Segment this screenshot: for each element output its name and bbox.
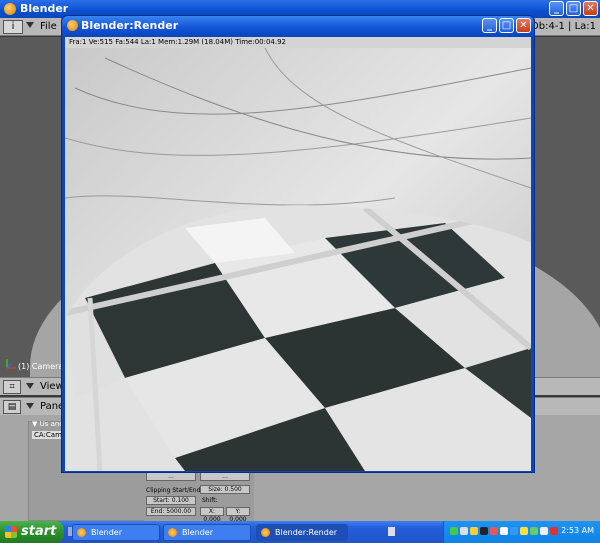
main-window-title: Blender (20, 2, 69, 15)
tray-icon[interactable] (470, 527, 478, 535)
camera-field[interactable]: ... (200, 472, 250, 481)
tray-icon[interactable] (460, 527, 468, 535)
taskbar-item-label: Blender:Render (275, 528, 338, 537)
main-window-controls: _ □ ✕ (549, 1, 598, 16)
minimize-button[interactable]: _ (482, 18, 497, 33)
camera-panel: ... ... Clipping Start/End: Size: 0.500 … (144, 471, 254, 523)
render-window[interactable]: Blender:Render _ □ ✕ Fra:1 Ve:515 Fa:544… (61, 15, 535, 473)
render-window-title: Blender:Render (81, 19, 179, 32)
system-tray: 2:53 AM (443, 521, 600, 543)
taskbar-item-label: Blender (182, 528, 213, 537)
tray-icon[interactable] (480, 527, 488, 535)
taskbar: start Blender Blender Blender:Render 2:5… (0, 521, 600, 543)
shift-y-field[interactable]: Y: 0.000 (226, 507, 250, 523)
clip-start-field[interactable]: Start: 0.100 (146, 496, 196, 505)
tray-icon[interactable] (520, 527, 528, 535)
maximize-button[interactable]: □ (566, 1, 581, 16)
tree-item-camera[interactable]: CA:Cam (32, 431, 64, 439)
start-label: start (21, 524, 57, 539)
shift-x-field[interactable]: X: 0.000 (200, 507, 224, 523)
rendered-scene (65, 48, 531, 471)
blender-app-icon (261, 528, 270, 537)
clock[interactable]: 2:53 AM (561, 526, 594, 535)
start-button[interactable]: start (0, 521, 64, 543)
tray-icon[interactable] (550, 527, 558, 535)
window-type-button[interactable]: i (3, 20, 23, 34)
taskbar-item[interactable]: Blender:Render (256, 524, 348, 541)
network-icon[interactable] (450, 527, 458, 535)
language-icon[interactable] (388, 527, 395, 536)
tray-icon[interactable] (510, 527, 518, 535)
taskbar-item[interactable]: Blender (72, 524, 160, 541)
blender-app-icon (168, 528, 177, 537)
taskbar-item[interactable]: Blender (163, 524, 251, 541)
tree-item[interactable]: ▼ Us and (32, 420, 64, 428)
view-window-type-button[interactable]: ⌗ (3, 380, 21, 394)
volume-icon[interactable] (540, 527, 548, 535)
axes-icon (6, 359, 16, 369)
file-menu[interactable]: File (40, 21, 57, 32)
render-window-titlebar[interactable]: Blender:Render _ □ ✕ (62, 16, 534, 36)
clipping-label: Clipping Start/End: (146, 487, 203, 494)
viewport-camera-label: (1) Camera (18, 362, 64, 371)
tray-icon[interactable] (530, 527, 538, 535)
render-window-controls: _ □ ✕ (482, 18, 531, 33)
minimize-button[interactable]: _ (549, 1, 564, 16)
render-image (65, 48, 531, 471)
desktop: Blender _ □ ✕ i File 4 | Ob:4-1 | La:1 (… (0, 0, 600, 543)
camera-field[interactable]: ... (146, 472, 196, 481)
tray-icon[interactable] (500, 527, 508, 535)
maximize-button[interactable]: □ (499, 18, 514, 33)
panels-window-type-button[interactable]: ▤ (3, 400, 21, 414)
shift-label: Shift: (202, 497, 218, 504)
close-button[interactable]: ✕ (516, 18, 531, 33)
close-button[interactable]: ✕ (583, 1, 598, 16)
blender-app-icon (4, 3, 16, 15)
collapse-triangle-icon[interactable] (26, 22, 34, 28)
blender-app-icon (67, 20, 78, 31)
render-info-bar: Fra:1 Ve:515 Fa:544 La:1 Mem:1.29M (18.0… (65, 37, 531, 48)
blender-app-icon (77, 528, 86, 537)
collapse-triangle-icon[interactable] (26, 403, 34, 409)
tray-icon[interactable] (490, 527, 498, 535)
collapse-triangle-icon[interactable] (26, 383, 34, 389)
size-field[interactable]: Size: 0.500 (200, 485, 250, 494)
windows-logo-icon (5, 526, 17, 538)
clip-end-field[interactable]: End: 5000.00 (146, 507, 196, 516)
taskbar-item-label: Blender (91, 528, 122, 537)
